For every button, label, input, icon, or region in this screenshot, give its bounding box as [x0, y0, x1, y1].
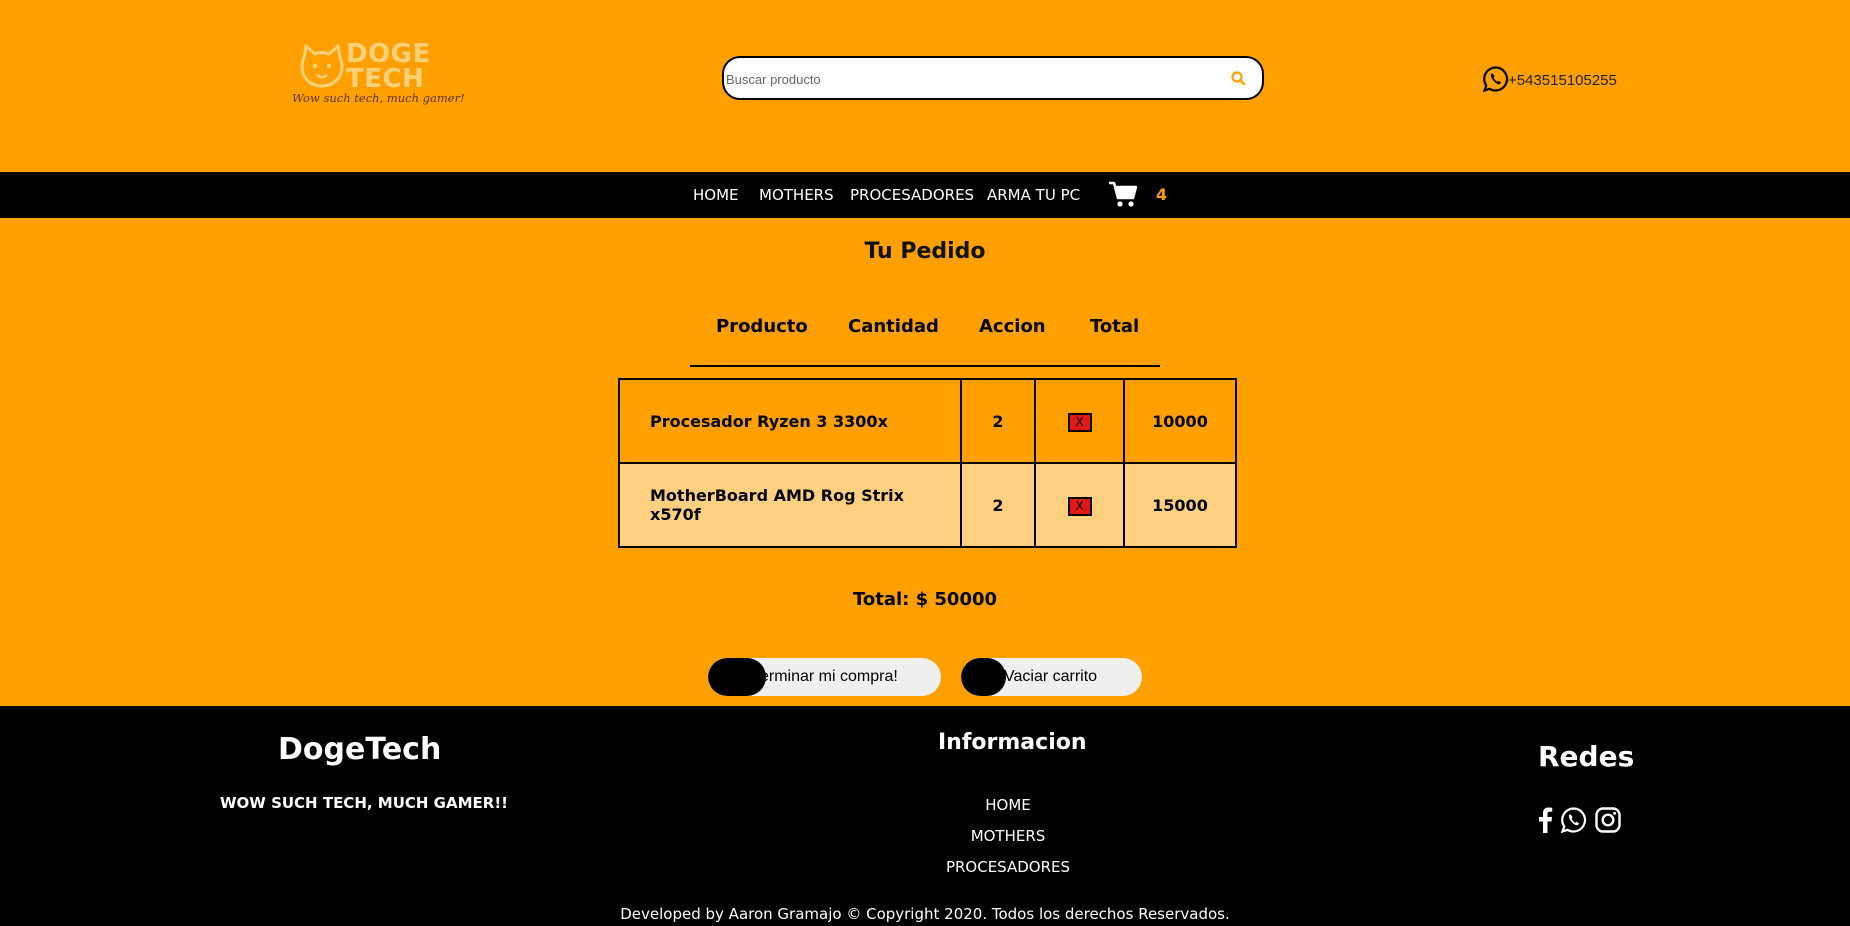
column-header-accion: Accion: [979, 316, 1046, 337]
header-divider: [690, 365, 1160, 367]
checkout-button[interactable]: Terminar mi compra!: [708, 658, 941, 696]
search-bar: [722, 56, 1264, 100]
cell-total: 10000: [1123, 378, 1237, 464]
footer-brand: DogeTech: [278, 732, 442, 767]
cart-table: Procesador Ryzen 3 3300x 2 X 10000 Mothe…: [618, 378, 1237, 548]
nav-item-arma-tu-pc[interactable]: ARMA TU PC: [987, 186, 1080, 204]
empty-cart-button[interactable]: Vaciar carrito: [961, 658, 1142, 696]
footer-link-mothers[interactable]: MOTHERS: [908, 827, 1108, 845]
logo[interactable]: DOGE TECH Wow such tech, much gamer!: [290, 40, 465, 115]
instagram-icon[interactable]: [1594, 806, 1622, 834]
column-header-producto: Producto: [716, 316, 808, 337]
whatsapp-icon: [1482, 66, 1509, 93]
footer-info-title: Informacion: [938, 730, 1087, 755]
copyright-text: Developed by Aaron Gramajo © Copyright 2…: [620, 905, 1230, 923]
whatsapp-icon[interactable]: [1560, 806, 1588, 834]
footer-link-home[interactable]: HOME: [908, 796, 1108, 814]
cell-action: X: [1034, 462, 1125, 548]
button-accent: [961, 658, 1006, 696]
column-header-cantidad: Cantidad: [848, 316, 939, 337]
grand-total-text: Total: $ 50000: [852, 589, 998, 610]
nav-item-home[interactable]: HOME: [693, 186, 739, 204]
search-icon: [1231, 71, 1246, 86]
cart-icon[interactable]: [1108, 180, 1138, 208]
footer-social-title: Redes: [1538, 740, 1635, 773]
search-input[interactable]: [726, 67, 1206, 91]
cell-quantity: 2: [960, 462, 1036, 548]
logo-tagline: Wow such tech, much gamer!: [292, 91, 465, 105]
remove-item-button[interactable]: X: [1067, 412, 1092, 432]
table-row: Procesador Ryzen 3 3300x 2 X 10000: [618, 378, 1237, 464]
cell-product: MotherBoard AMD Rog Strix x570f: [618, 462, 962, 548]
facebook-icon[interactable]: [1536, 806, 1554, 834]
doge-logo-icon: [300, 44, 344, 88]
remove-item-button[interactable]: X: [1067, 496, 1092, 516]
footer-slogan: WOW SUCH TECH, MUCH GAMER!!: [220, 794, 509, 812]
cell-product: Procesador Ryzen 3 3300x: [618, 378, 962, 464]
cell-quantity: 2: [960, 378, 1036, 464]
grand-total: Total: $ 50000: [0, 589, 1850, 610]
nav-item-mothers[interactable]: MOTHERS: [759, 186, 834, 204]
checkout-button-label: Terminar mi compra!: [752, 668, 898, 685]
footer: DogeTech WOW SUCH TECH, MUCH GAMER!! Inf…: [0, 706, 1850, 926]
nav-item-procesadores[interactable]: PROCESADORES: [850, 186, 974, 204]
search-button[interactable]: [1228, 68, 1250, 90]
phone-number: +543515105255: [1508, 72, 1617, 89]
table-row: MotherBoard AMD Rog Strix x570f 2 X 1500…: [618, 462, 1237, 548]
logo-brand: DOGE TECH: [346, 41, 431, 94]
column-header-total: Total: [1090, 316, 1140, 337]
cart-count-badge[interactable]: 4: [1156, 185, 1167, 204]
footer-link-procesadores[interactable]: PROCESADORES: [908, 858, 1108, 876]
cell-action: X: [1034, 378, 1125, 464]
page-title: Tu Pedido: [864, 239, 986, 264]
empty-cart-button-label: Vaciar carrito: [1004, 668, 1098, 685]
cell-total: 15000: [1123, 462, 1237, 548]
logo-brand-line2: TECH: [346, 64, 425, 94]
main-nav: HOME MOTHERS PROCESADORES ARMA TU PC 4: [0, 172, 1850, 218]
